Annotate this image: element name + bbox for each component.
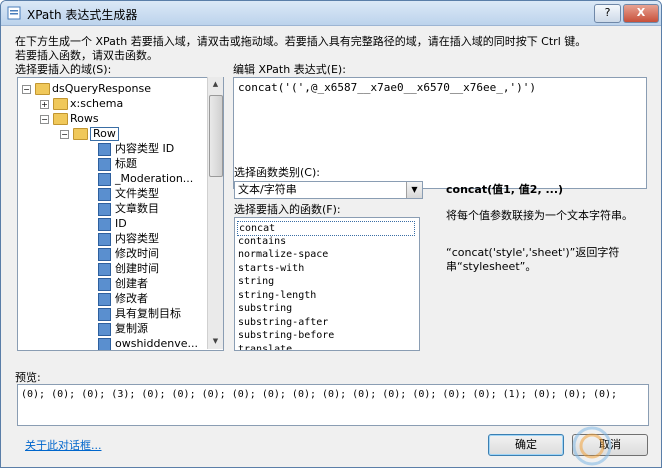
folder-icon xyxy=(35,83,50,95)
field-icon xyxy=(98,233,111,246)
tree-node[interactable]: 具有复制目标 xyxy=(18,307,218,321)
field-icon xyxy=(98,323,111,336)
tree-node-label: dsQueryResponse xyxy=(52,82,151,95)
collapse-icon[interactable]: − xyxy=(40,115,49,124)
tree-node[interactable]: − dsQueryResponse xyxy=(18,82,218,96)
field-icon xyxy=(98,338,111,350)
field-icon xyxy=(98,173,111,186)
tree-node-label: ID xyxy=(115,217,127,230)
title-bar[interactable]: XPath 表达式生成器 ? X xyxy=(1,1,661,26)
folder-icon xyxy=(53,98,68,110)
tree-node-label: 具有复制目标 xyxy=(115,307,181,320)
tree-node[interactable]: 创建时间 xyxy=(18,262,218,276)
function-category-value: 文本/字符串 xyxy=(238,183,297,196)
preview-box: (0); (0); (0); (3); (0); (0); (0); (0); … xyxy=(17,384,649,426)
tree-node-label: 内容类型 ID xyxy=(115,142,175,155)
tree-node[interactable]: 内容类型 ID xyxy=(18,142,218,156)
tree-node-label: 修改时间 xyxy=(115,247,159,260)
xpath-expression: concat('(',@_x6587__x7ae0__x6570__x76ee_… xyxy=(238,81,537,94)
tree-node-label: 文件类型 xyxy=(115,187,159,200)
function-item[interactable]: starts-with xyxy=(238,262,304,275)
function-signature: concat(值1, 值2, ...) xyxy=(446,183,564,196)
field-icon xyxy=(98,263,111,276)
chevron-down-icon[interactable]: ▼ xyxy=(406,182,422,198)
function-example: “concat('style','sheet')”返回字符串“styleshee… xyxy=(446,246,620,273)
function-item[interactable]: substring-before xyxy=(238,329,334,342)
tree-node-label: x:schema xyxy=(70,97,124,110)
app-icon xyxy=(7,6,21,20)
folder-icon xyxy=(73,128,88,140)
scroll-down-icon[interactable]: ▼ xyxy=(208,334,223,349)
tree-node-label: 内容类型 xyxy=(115,232,159,245)
tree-node[interactable]: 标题 xyxy=(18,157,218,171)
field-icon xyxy=(98,218,111,231)
collapse-icon[interactable]: − xyxy=(22,85,31,94)
field-tree-scrollbar[interactable]: ▲ ▼ xyxy=(207,77,223,349)
tree-node-label: Row xyxy=(90,127,119,141)
close-button[interactable]: X xyxy=(623,4,659,23)
tree-node[interactable]: − Row xyxy=(18,127,218,141)
tree-node[interactable]: owshiddenve... xyxy=(18,337,218,350)
field-icon xyxy=(98,308,111,321)
preview-value: (0); (0); (0); (3); (0); (0); (0); (0); … xyxy=(21,389,618,400)
field-icon xyxy=(98,278,111,291)
tree-node[interactable]: 文章数目 xyxy=(18,202,218,216)
scroll-up-icon[interactable]: ▲ xyxy=(208,77,223,92)
tree-node[interactable]: ID xyxy=(18,217,218,231)
tree-node-label: 创建时间 xyxy=(115,262,159,275)
collapse-icon[interactable]: − xyxy=(60,130,69,139)
tree-node[interactable]: + x:schema xyxy=(18,97,218,111)
tree-node[interactable]: 复制源 xyxy=(18,322,218,336)
function-item[interactable]: string-length xyxy=(238,289,316,302)
function-category-select[interactable]: 文本/字符串 ▼ xyxy=(234,181,423,199)
function-list[interactable]: concat contains normalize-space starts-with… xyxy=(234,217,420,351)
tree-node[interactable]: − Rows xyxy=(18,112,218,126)
tree-node-label: 复制源 xyxy=(115,322,148,335)
window-title: XPath 表达式生成器 xyxy=(27,8,138,22)
function-item[interactable]: substring-after xyxy=(238,316,328,329)
folder-icon xyxy=(53,113,68,125)
tree-node-label: 标题 xyxy=(115,157,137,170)
tree-node[interactable]: 修改者 xyxy=(18,292,218,306)
function-item[interactable]: translate xyxy=(238,343,292,351)
function-list-label: 选择要插入的函数(F): xyxy=(234,203,341,216)
function-item[interactable]: string xyxy=(238,275,274,288)
tree-node-label: owshiddenve... xyxy=(115,337,198,350)
expand-icon[interactable]: + xyxy=(40,100,49,109)
preview-label: 预览: xyxy=(15,371,41,384)
function-category-label: 选择函数类别(C): xyxy=(234,166,320,179)
tree-node[interactable]: 内容类型 xyxy=(18,232,218,246)
ok-button[interactable]: 确定 xyxy=(488,434,564,456)
field-tree-label: 选择要插入的域(S): xyxy=(15,63,112,76)
field-icon xyxy=(98,293,111,306)
tree-node-label: 修改者 xyxy=(115,292,148,305)
field-tree[interactable]: − dsQueryResponse + x:schema − Rows − Row 内容类型 I… xyxy=(17,77,224,351)
scroll-thumb[interactable] xyxy=(209,95,223,177)
tree-node-label: _Moderation... xyxy=(115,172,194,185)
function-description: 将每个值参数联接为一个文本字符串。 xyxy=(446,209,633,222)
tree-node-label: Rows xyxy=(70,112,99,125)
tree-node-label: 文章数目 xyxy=(115,202,159,215)
function-item[interactable]: substring xyxy=(238,302,292,315)
field-icon xyxy=(98,188,111,201)
function-item[interactable]: contains xyxy=(238,235,286,248)
field-icon xyxy=(98,143,111,156)
function-item[interactable]: normalize-space xyxy=(238,248,328,261)
watermark-logo xyxy=(572,426,612,466)
xpath-editor-label: 编辑 XPath 表达式(E): xyxy=(233,63,346,76)
field-icon xyxy=(98,158,111,171)
about-dialog-link[interactable]: 关于此对话框... xyxy=(25,437,102,453)
help-button[interactable]: ? xyxy=(594,4,621,23)
field-icon xyxy=(98,248,111,261)
xpath-builder-dialog: XPath 表达式生成器 ? X 在下方生成一个 XPath 若要插入域，请双击… xyxy=(0,0,662,468)
tree-node[interactable]: 创建者 xyxy=(18,277,218,291)
tree-node[interactable]: 修改时间 xyxy=(18,247,218,261)
field-icon xyxy=(98,203,111,216)
tree-node-label: 创建者 xyxy=(115,277,148,290)
tree-node[interactable]: 文件类型 xyxy=(18,187,218,201)
tree-node[interactable]: _Moderation... xyxy=(18,172,218,186)
